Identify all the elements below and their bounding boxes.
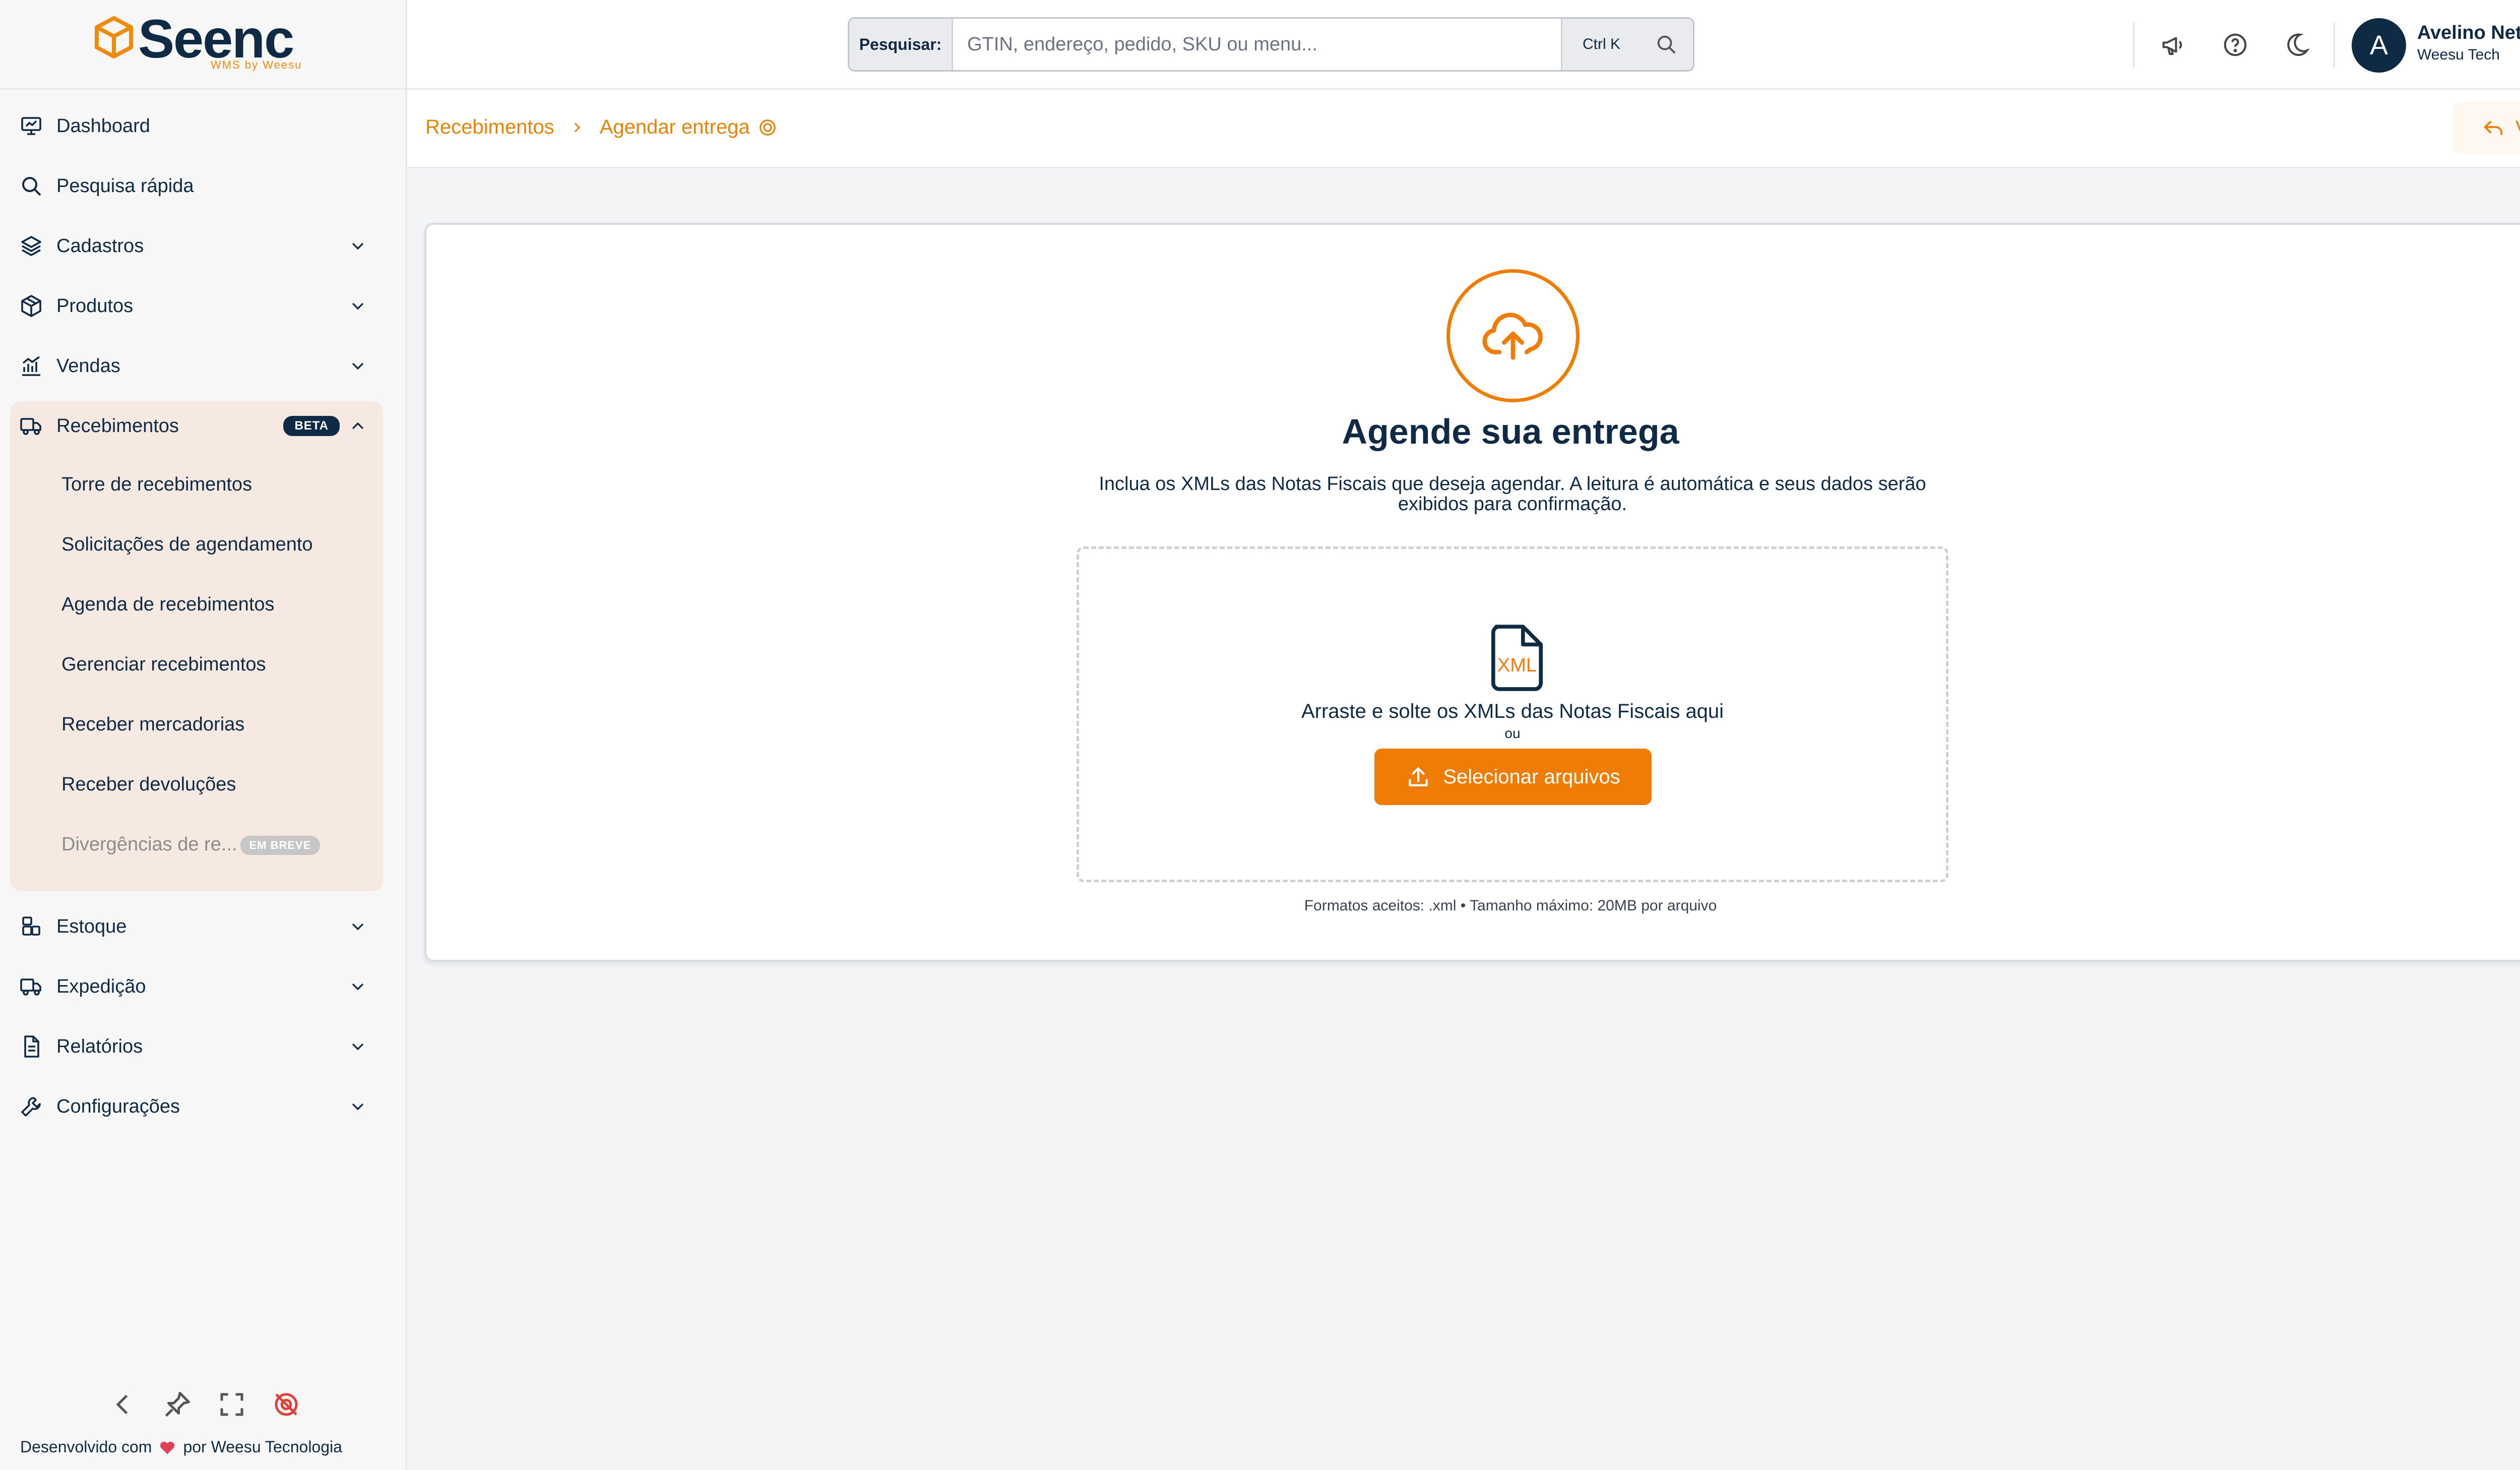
chevron-down-icon: [352, 1043, 364, 1051]
submenu-item-torre[interactable]: Torre de recebimentos: [61, 474, 252, 496]
user-organization: Weesu Tech: [2417, 46, 2500, 63]
select-files-label: Selecionar arquivos: [1443, 765, 1620, 788]
xml-file-label: XML: [1497, 655, 1537, 676]
footer-credit: Desenvolvido com por Weesu Tecnologia: [20, 1438, 342, 1456]
shortcut-hint: Ctrl K: [1583, 36, 1620, 52]
page-description: Inclua os XMLs das Notas Fiscais que des…: [1099, 473, 1926, 515]
sidebar-item-label: Relatórios: [56, 1035, 143, 1057]
brand-subtitle: WMS by Weesu: [211, 58, 302, 71]
page-title: Agende sua entrega: [1342, 412, 1679, 451]
sidebar-item-label: Dashboard: [56, 115, 150, 137]
collapse-sidebar-icon[interactable]: [108, 1389, 138, 1420]
reply-arrow-icon: [2484, 120, 2503, 135]
sidebar-item-configuracoes[interactable]: Configurações: [10, 1081, 383, 1132]
upload-icon: [1409, 767, 1428, 786]
heart-icon: [160, 1441, 175, 1454]
chevron-down-icon: [352, 242, 364, 250]
top-header: Pesquisar: Ctrl K A Avelino Neto Weesu T…: [407, 0, 2520, 90]
dashboard-icon: [21, 117, 41, 135]
sidebar-item-label: Cadastros: [56, 235, 144, 257]
chevron-down-icon: [352, 923, 364, 931]
sidebar-item-label: Expedição: [56, 975, 146, 997]
submenu-item-receber-mercadorias[interactable]: Receber mercadorias: [61, 714, 244, 736]
sidebar-item-label: Estoque: [56, 915, 127, 937]
sidebar-item-cadastros[interactable]: Cadastros: [10, 221, 383, 271]
chevron-down-icon: [352, 1103, 364, 1111]
beta-badge: BETA: [283, 416, 340, 436]
search-icon: [22, 177, 41, 196]
help-icon[interactable]: [2222, 31, 2249, 58]
sidebar-item-dashboard[interactable]: Dashboard: [10, 101, 383, 151]
brand-logo[interactable]: Seenc WMS by Weesu: [0, 0, 407, 90]
sidebar-item-label: Vendas: [56, 355, 120, 377]
wrench-icon: [21, 1097, 41, 1117]
cube-logo-icon: [95, 16, 133, 58]
back-button-label: Voltar: [2515, 117, 2520, 140]
disabled-support-icon[interactable]: [271, 1389, 301, 1420]
search-shortcut[interactable]: Ctrl K: [1561, 19, 1693, 70]
truck-icon: [20, 978, 41, 996]
submenu-item-agenda[interactable]: Agenda de recebimentos: [61, 594, 275, 616]
submenu-item-divergencias: Divergências de re... EM BREVE: [61, 834, 321, 855]
truck-icon: [20, 418, 41, 435]
chevron-up-icon: [352, 422, 364, 430]
footer-credit-prefix: Desenvolvido com: [20, 1438, 152, 1456]
submenu-item-receber-devolucoes[interactable]: Receber devoluções: [61, 774, 236, 795]
search-input[interactable]: [953, 19, 1561, 70]
sidebar-item-label: Pesquisa rápida: [56, 175, 194, 197]
cloud-upload-icon: [1482, 313, 1543, 360]
breadcrumb-bar: Recebimentos Agendar entrega Voltar: [407, 90, 2520, 168]
avatar[interactable]: A: [2352, 18, 2406, 73]
sidebar-item-label: Recebimentos: [56, 415, 179, 437]
search-prefix-label: Pesquisar:: [849, 19, 953, 70]
fullscreen-icon[interactable]: [217, 1389, 247, 1420]
coming-soon-badge: EM BREVE: [240, 835, 321, 855]
warehouse-icon: [22, 916, 40, 936]
select-files-button[interactable]: Selecionar arquivos: [1374, 749, 1652, 805]
sidebar-item-recebimentos[interactable]: Recebimentos BETA: [10, 401, 383, 451]
xml-dropzone[interactable]: XML Arraste e solte os XMLs das Notas Fi…: [1077, 546, 1948, 882]
breadcrumb-parent-link[interactable]: Recebimentos: [425, 116, 554, 139]
footer-credit-suffix: por Weesu Tecnologia: [183, 1438, 342, 1456]
pin-icon[interactable]: [162, 1389, 193, 1420]
report-icon: [24, 1035, 39, 1058]
xml-file-icon: XML: [1487, 624, 1547, 692]
dropzone-or: ou: [1504, 725, 1521, 741]
breadcrumb: Recebimentos Agendar entrega: [425, 116, 777, 139]
submenu-item-gerenciar[interactable]: Gerenciar recebimentos: [61, 654, 266, 676]
submenu-item-label: Divergências de re...: [61, 834, 237, 855]
chart-icon: [22, 356, 40, 376]
accepted-formats-note: Formatos aceitos: .xml • Tamanho máximo:…: [1304, 897, 1717, 914]
search-icon: [1657, 35, 1676, 54]
chevron-right-icon: [574, 122, 580, 133]
upload-cloud-badge: [1446, 269, 1580, 402]
chevron-down-icon: [352, 983, 364, 991]
info-badge-icon: [759, 119, 776, 136]
layers-icon: [21, 236, 41, 256]
user-name: Avelino Neto: [2417, 22, 2520, 43]
sidebar-item-expedicao[interactable]: Expedição: [10, 961, 383, 1012]
dropzone-instructions: Arraste e solte os XMLs das Notas Fiscai…: [1301, 700, 1724, 722]
back-button[interactable]: Voltar: [2452, 102, 2520, 154]
sidebar-item-estoque[interactable]: Estoque: [10, 901, 383, 952]
schedule-delivery-card: Agende sua entrega Inclua os XMLs das No…: [424, 223, 2520, 962]
sidebar: Seenc WMS by Weesu Dashboard Pesquisa rá…: [0, 0, 407, 1470]
submenu-item-solicitacoes[interactable]: Solicitações de agendamento: [61, 534, 313, 556]
package-icon: [21, 295, 41, 317]
dark-mode-icon[interactable]: [2283, 31, 2310, 58]
announcement-icon[interactable]: [2160, 31, 2187, 58]
header-divider: [2334, 22, 2335, 68]
sidebar-item-relatorios[interactable]: Relatórios: [10, 1021, 383, 1072]
chevron-down-icon: [352, 362, 364, 370]
sidebar-item-produtos[interactable]: Produtos: [10, 281, 383, 331]
sidebar-item-label: Produtos: [56, 295, 134, 317]
breadcrumb-current: Agendar entrega: [599, 116, 750, 138]
sidebar-item-label: Configurações: [56, 1095, 180, 1117]
header-divider: [2133, 22, 2134, 68]
global-search[interactable]: Pesquisar: Ctrl K: [848, 17, 1694, 72]
sidebar-item-quick-search[interactable]: Pesquisa rápida: [10, 161, 383, 211]
sidebar-item-vendas[interactable]: Vendas: [10, 341, 383, 391]
chevron-down-icon: [352, 302, 364, 310]
